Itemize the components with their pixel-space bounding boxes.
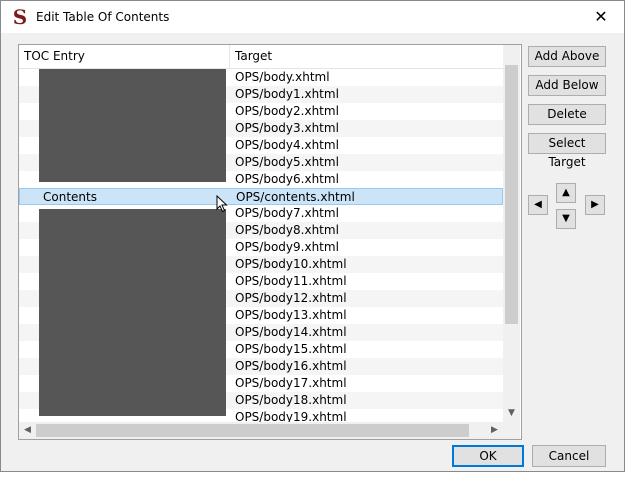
redacted-toc-entries <box>39 209 226 416</box>
horizontal-scroll-thumb[interactable] <box>36 424 469 437</box>
add-above-button[interactable]: Add Above <box>528 46 606 67</box>
target-file-label: OPS/body18.xhtml <box>235 393 347 407</box>
target-file-label: OPS/body.xhtml <box>235 70 330 84</box>
ok-button[interactable]: OK <box>452 445 524 467</box>
cancel-button[interactable]: Cancel <box>532 445 606 467</box>
target-file-label: OPS/body4.xhtml <box>235 138 339 152</box>
target-file-label: OPS/body7.xhtml <box>235 206 339 220</box>
select-target-button[interactable]: Select Target <box>528 133 606 169</box>
target-file-label: OPS/body9.xhtml <box>235 240 339 254</box>
redacted-toc-entries <box>39 69 226 182</box>
tree-row[interactable]: Contents OPS/contents.xhtml <box>19 188 503 205</box>
target-file-label: OPS/body2.xhtml <box>235 104 339 118</box>
scroll-corner <box>503 422 520 439</box>
target-file-label: OPS/body15.xhtml <box>235 342 347 356</box>
target-file-label: OPS/body8.xhtml <box>235 223 339 237</box>
target-file-label: OPS/body16.xhtml <box>235 359 347 373</box>
target-file-label: OPS/body6.xhtml <box>235 172 339 186</box>
target-file-label: OPS/body17.xhtml <box>235 376 347 390</box>
column-header-toc-entry[interactable]: TOC Entry <box>19 45 230 68</box>
window-title: Edit Table Of Contents <box>36 10 170 24</box>
scroll-down-arrow-icon[interactable]: ▼ <box>503 405 520 422</box>
move-down-icon[interactable]: ▼ <box>556 209 576 229</box>
target-file-label: OPS/body5.xhtml <box>235 155 339 169</box>
toc-entry-label: Contents <box>43 190 97 204</box>
move-right-icon[interactable]: ▶ <box>585 195 605 215</box>
tree-rows: OPS/body.xhtml OPS/body1.xhtml OPS/body2.x… <box>19 69 503 422</box>
target-file-label: OPS/body14.xhtml <box>235 325 347 339</box>
target-file-label: OPS/body10.xhtml <box>235 257 347 271</box>
horizontal-scrollbar[interactable]: ◀ ▶ <box>19 422 503 439</box>
column-header-target[interactable]: Target <box>230 45 503 68</box>
target-file-label: OPS/body12.xhtml <box>235 291 347 305</box>
calibre-app-icon: S <box>12 5 28 29</box>
target-file-label: OPS/contents.xhtml <box>236 190 355 204</box>
target-file-label: OPS/body13.xhtml <box>235 308 347 322</box>
vertical-scrollbar[interactable]: ▼ <box>503 45 520 422</box>
move-left-icon[interactable]: ◀ <box>528 195 548 215</box>
mouse-pointer-icon <box>216 195 228 213</box>
vertical-scroll-thumb[interactable] <box>505 65 518 324</box>
tree-header: TOC Entry Target <box>19 45 503 69</box>
scroll-right-arrow-icon[interactable]: ▶ <box>486 422 503 439</box>
target-file-label: OPS/body1.xhtml <box>235 87 339 101</box>
move-up-icon[interactable]: ▲ <box>556 183 576 203</box>
background-strip <box>0 472 625 483</box>
close-icon[interactable]: ✕ <box>578 1 624 33</box>
title-bar: S Edit Table Of Contents ✕ <box>1 1 624 33</box>
add-below-button[interactable]: Add Below <box>528 75 606 96</box>
scroll-left-arrow-icon[interactable]: ◀ <box>19 422 36 439</box>
target-file-label: OPS/body3.xhtml <box>235 121 339 135</box>
delete-button[interactable]: Delete <box>528 104 606 125</box>
target-file-label: OPS/body11.xhtml <box>235 274 347 288</box>
toc-tree-view[interactable]: TOC Entry Target OPS/body.xhtml OPS/body1… <box>18 44 522 440</box>
target-file-label: OPS/body19.xhtml <box>235 410 347 422</box>
edit-toc-dialog: S Edit Table Of Contents ✕ TOC Entry Tar… <box>0 0 625 472</box>
